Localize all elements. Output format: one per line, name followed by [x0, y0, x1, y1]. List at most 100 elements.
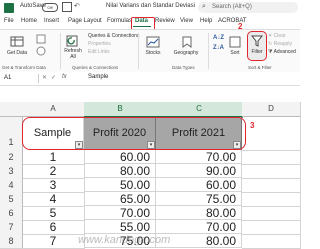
- tab-home[interactable]: Home: [21, 18, 37, 24]
- cell-profit-2021[interactable]: 60.00: [156, 178, 242, 192]
- tab-view[interactable]: View: [180, 18, 193, 24]
- advanced-label: Advanced: [273, 49, 296, 55]
- cell-profit-2021[interactable]: 80.00: [156, 206, 242, 220]
- cell-sample[interactable]: 2: [22, 164, 85, 179]
- search-placeholder: Search (Alt+Q): [212, 4, 252, 10]
- sort-icon: [229, 36, 241, 48]
- search-icon: ⌕: [202, 3, 206, 10]
- cell-profit-2020[interactable]: 50.00: [84, 178, 156, 192]
- search-box[interactable]: ⌕ Search (Alt+Q): [198, 2, 298, 13]
- step-3-annotation: 3: [250, 121, 255, 130]
- document-title: Nilai Varians dan Standar Deviasi: [106, 3, 195, 9]
- column-header-b[interactable]: B: [84, 102, 157, 118]
- excel-logo-icon: [4, 3, 14, 13]
- cell-d[interactable]: [242, 150, 301, 165]
- tab-file[interactable]: File: [4, 18, 14, 24]
- cell-sample[interactable]: 4: [22, 192, 85, 207]
- filter-label: Filter: [251, 49, 263, 55]
- row-header[interactable]: 8: [0, 234, 23, 249]
- tab-help[interactable]: Help: [200, 18, 212, 24]
- row-header[interactable]: 6: [0, 206, 23, 221]
- row-header[interactable]: 4: [0, 178, 23, 193]
- tab-insert[interactable]: Insert: [44, 18, 59, 24]
- sort-button[interactable]: Sort: [228, 50, 242, 56]
- advanced-button[interactable]: ⧩ Advanced: [268, 49, 296, 55]
- formula-bar: A1 ✕ ✓ fx Sample: [0, 72, 300, 86]
- edit-links-button[interactable]: Edit Links: [88, 49, 110, 55]
- funnel-icon: [251, 35, 263, 47]
- row-header-1[interactable]: 1: [0, 117, 23, 151]
- cell-sample[interactable]: 1: [22, 150, 85, 165]
- row-header[interactable]: 5: [0, 192, 23, 207]
- get-data-button[interactable]: Get Data: [4, 50, 30, 56]
- stocks-icon: [146, 36, 160, 48]
- formula-enter-icon[interactable]: ✓: [51, 74, 56, 81]
- geography-button[interactable]: Geography: [172, 50, 200, 56]
- save-icon[interactable]: [62, 2, 72, 12]
- cell-sample[interactable]: 5: [22, 206, 85, 221]
- cell-d[interactable]: [242, 234, 301, 249]
- step-2-annotation: 2: [238, 22, 243, 31]
- filter-button[interactable]: Filter: [247, 31, 267, 61]
- get-data-icon: [10, 36, 24, 47]
- cell-sample[interactable]: 7: [22, 234, 85, 249]
- tab-page-layout[interactable]: Page Layout: [68, 18, 102, 24]
- ribbon: Get Data Get & Transform Data Refresh Al…: [0, 29, 300, 74]
- header-row-highlight: [22, 117, 246, 150]
- from-text-icon: [36, 34, 46, 44]
- tab-review[interactable]: Review: [155, 18, 175, 24]
- cell-profit-2021[interactable]: 70.00: [156, 150, 242, 164]
- cell-profit-2020[interactable]: 60.00: [84, 150, 156, 164]
- row-header[interactable]: 2: [0, 150, 23, 165]
- cell-profit-2021[interactable]: 75.00: [156, 192, 242, 206]
- undo-icon[interactable]: ↶: [74, 2, 80, 10]
- refresh-all-button[interactable]: Refresh All: [62, 48, 84, 60]
- group-label-data-types: Data Types: [172, 65, 195, 70]
- autosave-toggle[interactable]: Off: [42, 3, 58, 12]
- row-header[interactable]: 3: [0, 164, 23, 179]
- tab-formulas[interactable]: Formulas: [107, 18, 132, 24]
- queries-connections-button[interactable]: Queries & Connections: [88, 33, 139, 39]
- row-header[interactable]: 7: [0, 220, 23, 235]
- geography-icon: [182, 36, 192, 48]
- formula-input[interactable]: Sample: [88, 74, 108, 80]
- group-label-get-transform: Get & Transform Data: [2, 65, 46, 70]
- cell-d[interactable]: [242, 206, 301, 221]
- cell-profit-2021[interactable]: 70.00: [156, 220, 242, 234]
- cell-profit-2020[interactable]: 65.00: [84, 192, 156, 206]
- watermark: www.kandaga.com: [78, 234, 171, 246]
- column-header-c[interactable]: C: [156, 102, 243, 118]
- column-header-d[interactable]: D: [242, 102, 301, 117]
- group-label-sort-filter: Sort & Filter: [248, 65, 272, 70]
- reapply-label: Reapply: [273, 41, 292, 47]
- cell-profit-2020[interactable]: 80.00: [84, 164, 156, 178]
- title-bar: AutoSave Off ↶ Nilai Varians dan Standar…: [0, 0, 300, 16]
- cell-d[interactable]: [242, 192, 301, 207]
- group-label-queries: Queries & Connections: [72, 65, 119, 70]
- cell-profit-2021[interactable]: 90.00: [156, 164, 242, 178]
- cell-sample[interactable]: 3: [22, 178, 85, 193]
- sort-az-icon[interactable]: A↓Z: [213, 35, 224, 41]
- sort-za-icon[interactable]: Z↓A: [213, 45, 224, 51]
- cell-profit-2020[interactable]: 70.00: [84, 206, 156, 220]
- refresh-icon: [66, 35, 78, 47]
- stocks-button[interactable]: Stocks: [142, 50, 164, 56]
- formula-cancel-icon[interactable]: ✕: [42, 74, 47, 81]
- clear-button[interactable]: ✕ Clear: [268, 33, 286, 39]
- cell-d[interactable]: [242, 178, 301, 193]
- cell-sample[interactable]: 6: [22, 220, 85, 235]
- cell-d[interactable]: [242, 220, 301, 235]
- group-separator: [208, 33, 209, 69]
- column-header-a[interactable]: A: [22, 102, 85, 117]
- cell-d[interactable]: [242, 164, 301, 179]
- properties-button[interactable]: Properties: [88, 41, 111, 47]
- fx-icon[interactable]: fx: [62, 74, 67, 80]
- from-web-icon: [36, 46, 46, 56]
- name-box[interactable]: A1: [2, 74, 39, 83]
- reapply-button[interactable]: ↻ Reapply: [268, 41, 292, 47]
- group-separator: [138, 33, 139, 69]
- clear-label: Clear: [273, 33, 286, 39]
- select-all-corner[interactable]: [0, 102, 23, 117]
- cell-profit-2020[interactable]: 55.00: [84, 220, 156, 234]
- group-separator: [60, 33, 61, 69]
